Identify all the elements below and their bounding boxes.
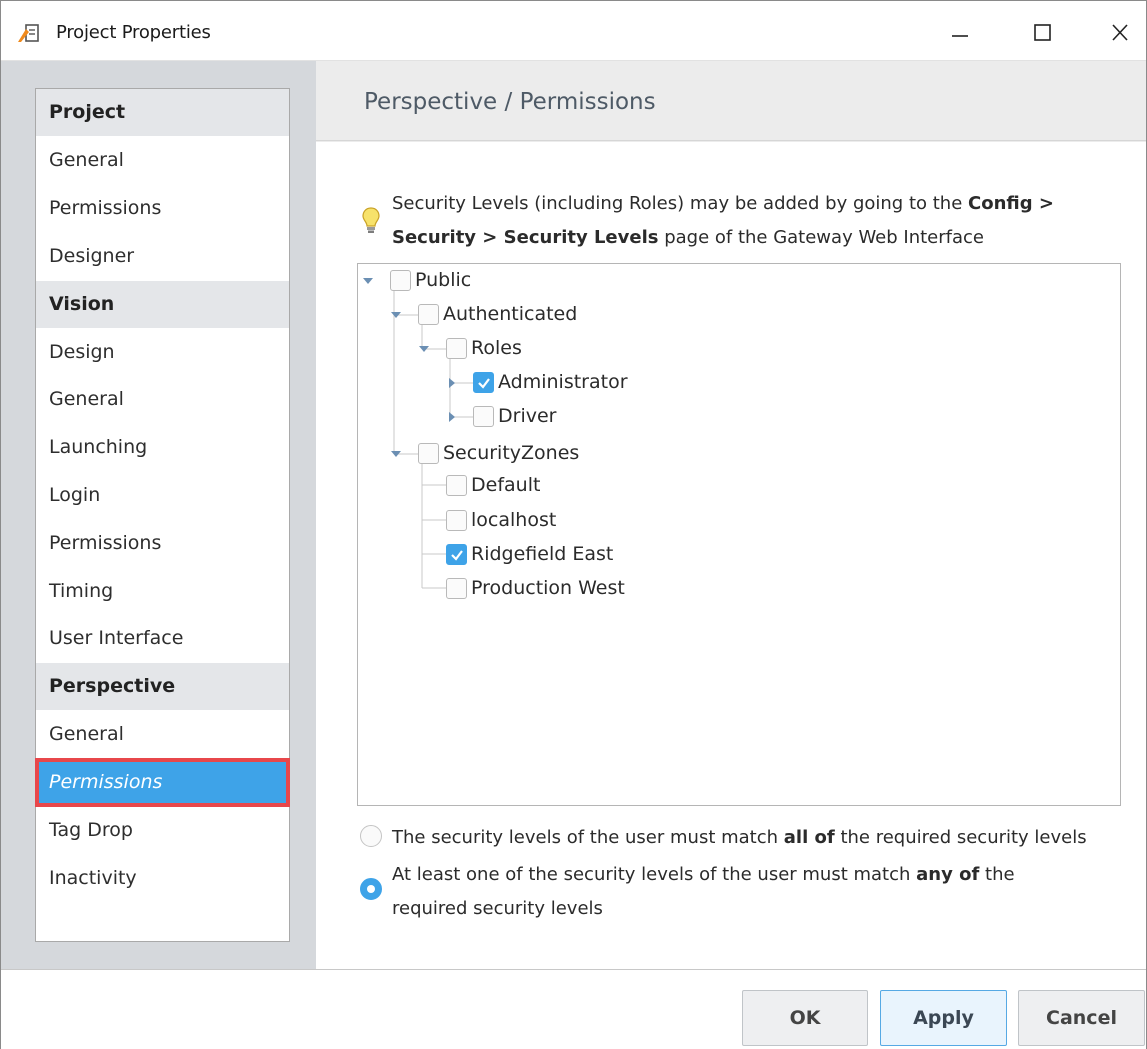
app-icon [17,23,41,43]
tree-node-administrator[interactable]: Administrator [473,368,628,396]
tree-node-label: Driver [498,405,557,427]
minimize-icon[interactable] [945,19,975,47]
info-text-line-1: Security Levels (including Roles) may be… [392,193,1054,214]
nav-section-perspective: Perspective [36,663,289,710]
tree-node-authenticated[interactable]: Authenticated [418,300,577,328]
sidebar-panel: Project General Permissions Designer Vis… [1,61,316,969]
checkmark-icon [478,377,490,389]
checkbox[interactable] [446,474,467,496]
option-text: the [979,864,1015,885]
content-area: Project General Permissions Designer Vis… [1,61,1146,969]
option-match-any-label[interactable]: At least one of the security levels of t… [392,864,1015,885]
apply-button[interactable]: Apply [880,990,1007,1046]
tree-node-label: SecurityZones [443,442,580,464]
nav-section-vision: Vision [36,281,289,328]
radio-match-any[interactable] [360,878,382,900]
expand-arrow-icon[interactable] [361,274,375,288]
nav-item-perspective-general[interactable]: General [36,711,289,758]
nav-item-vision-timing[interactable]: Timing [36,568,289,615]
tree-node-label: Roles [471,337,522,359]
tree-node-localhost[interactable]: localhost [446,506,556,534]
option-text: required security levels [392,898,603,919]
nav-item-project-permissions[interactable]: Permissions [36,185,289,232]
nav-item-perspective-tag-drop[interactable]: Tag Drop [36,807,289,854]
page-title: Perspective / Permissions [364,89,656,115]
option-bold-text: any of [916,864,980,885]
dialog-footer: OK Apply Cancel [1,969,1146,1049]
close-icon[interactable] [1105,19,1135,47]
nav-item-project-general[interactable]: General [36,137,289,184]
project-properties-window: Project Properties Project General Permi… [0,0,1147,1049]
option-text: The security levels of the user must mat… [392,827,784,848]
checkbox[interactable] [418,442,439,464]
expand-arrow-icon[interactable] [417,342,431,356]
tree-node-label: Administrator [498,371,628,393]
checkbox-checked[interactable] [473,371,494,393]
nav-item-vision-permissions[interactable]: Permissions [36,520,289,567]
checkbox[interactable] [390,269,411,291]
option-text: At least one of the security levels of t… [392,864,917,885]
tree-node-label: Authenticated [443,303,578,325]
nav-item-vision-general[interactable]: General [36,376,289,423]
title-bar: Project Properties [1,1,1146,61]
tree-node-label: Ridgefield East [471,543,614,565]
checkbox[interactable] [473,405,494,427]
radio-match-all[interactable] [360,825,382,847]
tree-node-label: localhost [471,509,557,531]
tree-node-public[interactable]: Public [390,266,471,294]
tree-node-label: Default [471,474,541,496]
tree-node-production-west[interactable]: Production West [446,574,625,602]
checkbox[interactable] [446,577,467,599]
nav-item-vision-user-interface[interactable]: User Interface [36,615,289,662]
nav-item-vision-launching[interactable]: Launching [36,424,289,471]
info-text: Security Levels (including Roles) may be… [392,193,968,214]
security-levels-tree[interactable]: Public Authenticated Roles Administrator… [357,263,1121,806]
maximize-icon[interactable] [1027,19,1057,47]
checkbox-checked[interactable] [446,543,467,565]
nav-item-perspective-permissions[interactable]: Permissions [35,758,290,807]
tree-node-label: Production West [471,577,625,599]
tree-node-ridgefield-east[interactable]: Ridgefield East [446,540,613,568]
checkbox[interactable] [446,509,467,531]
info-security-path: Security > Security Levels [392,227,659,248]
info-config-path: Config > [968,193,1054,214]
ok-button[interactable]: OK [742,990,868,1046]
checkmark-icon [451,549,463,561]
window-title: Project Properties [56,22,211,43]
tree-node-driver[interactable]: Driver [473,402,556,430]
option-bold-text: all of [783,827,835,848]
checkbox[interactable] [446,337,467,359]
main-header: Perspective / Permissions [316,61,1146,141]
nav-item-vision-login[interactable]: Login [36,472,289,519]
tree-node-roles[interactable]: Roles [446,334,522,362]
permissions-panel: Security Levels (including Roles) may be… [316,142,1146,969]
tree-node-label: Public [415,269,472,291]
tree-node-securityzones[interactable]: SecurityZones [418,439,579,467]
lightbulb-icon [360,205,382,235]
tree-node-default[interactable]: Default [446,471,540,499]
expand-arrow-icon[interactable] [389,447,403,461]
nav-item-project-designer[interactable]: Designer [36,233,289,280]
checkbox[interactable] [418,303,439,325]
collapse-arrow-icon[interactable] [445,410,459,424]
option-match-all-label[interactable]: The security levels of the user must mat… [392,827,1087,848]
main-panel: Perspective / Permissions Security Level… [316,61,1146,969]
info-text-line-2: Security > Security Levels page of the G… [392,227,984,248]
nav-section-project: Project [36,89,289,136]
properties-nav: Project General Permissions Designer Vis… [35,88,290,942]
nav-item-vision-design[interactable]: Design [36,329,289,376]
info-text-tail: page of the Gateway Web Interface [658,227,984,248]
cancel-button[interactable]: Cancel [1018,990,1145,1046]
collapse-arrow-icon[interactable] [445,376,459,390]
nav-item-perspective-inactivity[interactable]: Inactivity [36,855,289,902]
option-match-any-label-line-2[interactable]: required security levels [392,898,603,919]
option-text: the required security levels [834,827,1087,848]
expand-arrow-icon[interactable] [389,308,403,322]
